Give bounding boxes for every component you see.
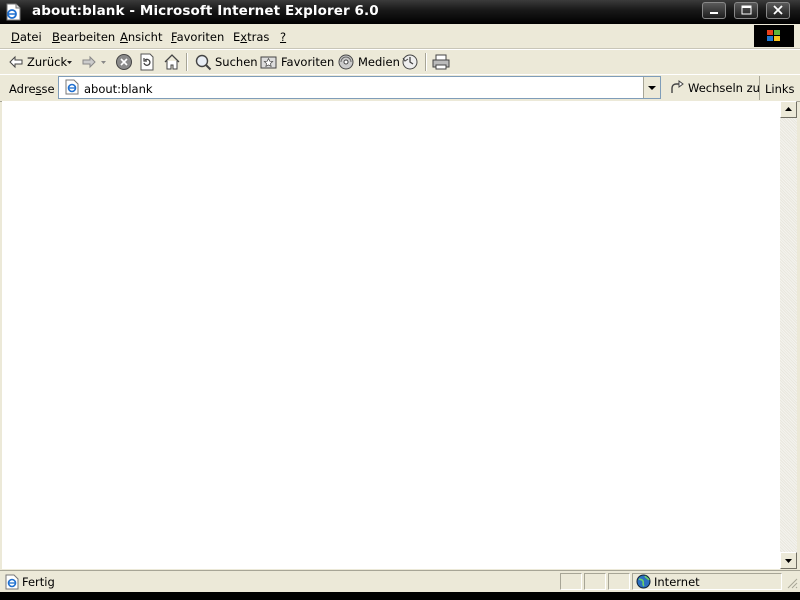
menu-extras[interactable]: Extras bbox=[233, 30, 269, 44]
chevron-down-icon bbox=[648, 86, 656, 90]
windows-logo-icon bbox=[754, 25, 794, 47]
home-icon bbox=[164, 54, 180, 70]
menu-bearbeiten[interactable]: Bearbeiten bbox=[52, 30, 115, 44]
forward-arrow-icon bbox=[82, 55, 96, 69]
toolbar-separator bbox=[186, 53, 188, 71]
stop-button[interactable] bbox=[115, 52, 133, 72]
resize-grip-icon[interactable] bbox=[786, 577, 798, 592]
window-title: about:blank - Microsoft Internet Explore… bbox=[32, 3, 379, 19]
page-content[interactable] bbox=[2, 101, 780, 569]
search-icon bbox=[195, 54, 212, 71]
stop-icon bbox=[116, 54, 132, 70]
status-pane bbox=[560, 573, 582, 590]
standard-toolbar: Zurück Suchen Favoriten Medien bbox=[0, 49, 800, 75]
taskbar-edge bbox=[0, 592, 800, 600]
favorites-icon bbox=[260, 56, 277, 69]
status-pane bbox=[584, 573, 606, 590]
back-button[interactable]: Zurück bbox=[8, 52, 67, 72]
history-icon bbox=[402, 54, 418, 70]
ie-page-icon bbox=[4, 574, 20, 593]
status-pane bbox=[608, 573, 630, 590]
address-dropdown-button[interactable] bbox=[643, 77, 660, 98]
address-value: about:blank bbox=[84, 82, 153, 96]
forward-dropdown[interactable] bbox=[100, 52, 108, 72]
maximize-button[interactable] bbox=[734, 2, 758, 19]
address-input[interactable]: about:blank bbox=[58, 76, 661, 99]
menu-help[interactable]: ? bbox=[280, 30, 286, 44]
back-dropdown[interactable] bbox=[66, 52, 74, 72]
back-arrow-icon bbox=[9, 55, 23, 69]
menu-bar: Datei Bearbeiten Ansicht Favoriten Extra… bbox=[0, 24, 800, 49]
media-icon bbox=[338, 54, 354, 70]
forward-button[interactable] bbox=[81, 52, 97, 72]
maximize-icon bbox=[741, 5, 752, 15]
media-button[interactable]: Medien bbox=[337, 52, 400, 72]
links-toolbar-button[interactable]: Links bbox=[759, 76, 800, 100]
address-label: Adresse bbox=[9, 82, 55, 96]
close-icon bbox=[773, 5, 783, 15]
status-bar: Fertig Internet bbox=[0, 570, 800, 593]
address-bar: Adresse about:blank Wechseln zu Links bbox=[0, 74, 800, 102]
print-button[interactable] bbox=[432, 52, 450, 72]
menu-datei[interactable]: Datei bbox=[11, 30, 42, 44]
refresh-button[interactable] bbox=[139, 52, 155, 72]
history-button[interactable] bbox=[401, 52, 419, 72]
menu-ansicht[interactable]: Ansicht bbox=[120, 30, 162, 44]
search-button[interactable]: Suchen bbox=[194, 52, 258, 72]
scroll-down-button[interactable] bbox=[780, 552, 797, 569]
close-button[interactable] bbox=[766, 2, 790, 19]
menu-favoriten[interactable]: Favoriten bbox=[171, 30, 224, 44]
chevron-up-icon bbox=[785, 107, 792, 111]
minimize-button[interactable] bbox=[702, 2, 726, 19]
refresh-icon bbox=[140, 53, 154, 71]
toolbar-separator bbox=[425, 53, 427, 71]
chevron-down-icon bbox=[785, 559, 792, 563]
status-text: Fertig bbox=[22, 575, 55, 589]
print-icon bbox=[432, 54, 450, 70]
chevron-down-icon bbox=[67, 61, 72, 64]
home-button[interactable] bbox=[163, 52, 181, 72]
minimize-icon bbox=[710, 12, 718, 14]
globe-icon bbox=[636, 574, 651, 592]
scroll-up-button[interactable] bbox=[780, 101, 797, 118]
browser-window: about:blank - Microsoft Internet Explore… bbox=[0, 0, 800, 600]
chevron-down-icon bbox=[101, 61, 106, 64]
vertical-scrollbar[interactable] bbox=[780, 101, 797, 569]
ie-page-icon bbox=[64, 79, 80, 98]
title-bar[interactable]: about:blank - Microsoft Internet Explore… bbox=[0, 0, 800, 24]
favorites-button[interactable]: Favoriten bbox=[260, 52, 334, 72]
security-zone-text: Internet bbox=[654, 575, 700, 589]
go-button[interactable]: Wechseln zu bbox=[668, 78, 760, 98]
ie-page-icon bbox=[4, 3, 22, 21]
go-arrow-icon bbox=[671, 80, 684, 93]
